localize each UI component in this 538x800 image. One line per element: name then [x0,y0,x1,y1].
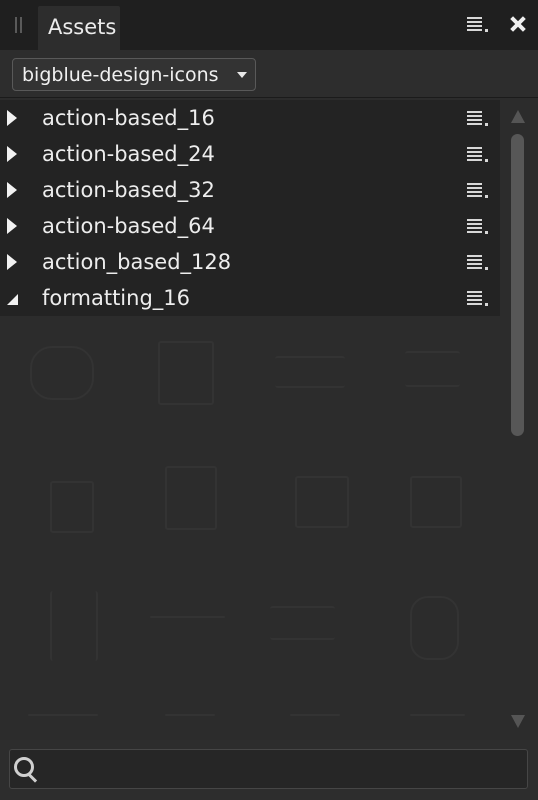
asset-thumbnail[interactable] [50,481,94,533]
list-item[interactable]: action-based_24 [0,136,500,172]
arrow-up-icon[interactable] [511,110,525,123]
asset-thumbnail[interactable] [410,596,459,660]
row-menu-icon[interactable] [467,291,489,309]
list-item-label: action_based_128 [42,250,232,274]
search-input[interactable] [9,749,528,789]
close-icon[interactable] [508,14,528,34]
asset-thumbnail[interactable] [30,346,94,400]
asset-thumbnail[interactable] [410,476,462,528]
triangle-right-icon[interactable] [7,218,19,234]
asset-thumbnail[interactable] [158,341,214,405]
list-item[interactable]: action-based_32 [0,172,500,208]
list-item[interactable]: action_based_128 [0,244,500,280]
list-item[interactable]: action-based_64 [0,208,500,244]
asset-thumbnail[interactable] [295,476,349,528]
search-icon [14,757,38,783]
list-item-label: action-based_16 [42,106,215,130]
list-item-label: action-based_32 [42,178,215,202]
tab-assets[interactable]: Assets [38,6,120,50]
asset-thumbnail-grid [0,316,500,740]
list-item-label: action-based_24 [42,142,215,166]
asset-thumbnail[interactable] [275,356,345,388]
scrollbar-thumb[interactable] [511,134,524,436]
asset-category-rows: action-based_16 action-based_24 action-b… [0,100,500,316]
triangle-right-icon[interactable] [7,110,19,126]
row-menu-icon[interactable] [467,147,489,165]
row-menu-icon[interactable] [467,219,489,237]
category-dropdown[interactable]: bigblue-design-icons [12,58,256,91]
chevron-down-icon [237,72,247,78]
panel-menu-icon[interactable] [467,17,489,35]
list-item-label: formatting_16 [42,286,190,310]
asset-thumbnail[interactable] [405,351,460,387]
asset-thumbnail[interactable] [28,714,98,716]
triangle-right-icon[interactable] [7,182,19,198]
category-dropdown-value: bigblue-design-icons [22,64,219,86]
vertical-scrollbar[interactable] [500,98,538,740]
triangle-right-icon[interactable] [7,146,19,162]
row-menu-icon[interactable] [467,111,489,129]
asset-thumbnail[interactable] [270,606,335,640]
row-menu-icon[interactable] [467,255,489,273]
asset-list: action-based_16 action-based_24 action-b… [0,98,500,740]
triangle-down-icon[interactable] [7,290,19,306]
asset-thumbnail[interactable] [410,714,465,716]
asset-thumbnail[interactable] [165,714,215,716]
panel-titlebar: Assets [0,0,538,50]
asset-thumbnail[interactable] [165,466,217,530]
drag-grip-icon[interactable] [15,17,23,33]
list-item-label: action-based_64 [42,214,215,238]
triangle-right-icon[interactable] [7,254,19,270]
tab-assets-label: Assets [48,15,117,39]
asset-thumbnail[interactable] [150,616,225,618]
category-toolbar: bigblue-design-icons [0,50,538,98]
asset-thumbnail[interactable] [290,714,340,716]
row-menu-icon[interactable] [467,183,489,201]
search-footer [0,740,538,800]
arrow-down-icon[interactable] [511,715,525,728]
asset-thumbnail[interactable] [50,591,98,661]
list-item[interactable]: formatting_16 [0,280,500,316]
list-item[interactable]: action-based_16 [0,100,500,136]
assets-panel: Assets bigblue-design-icons action-based… [0,0,538,800]
